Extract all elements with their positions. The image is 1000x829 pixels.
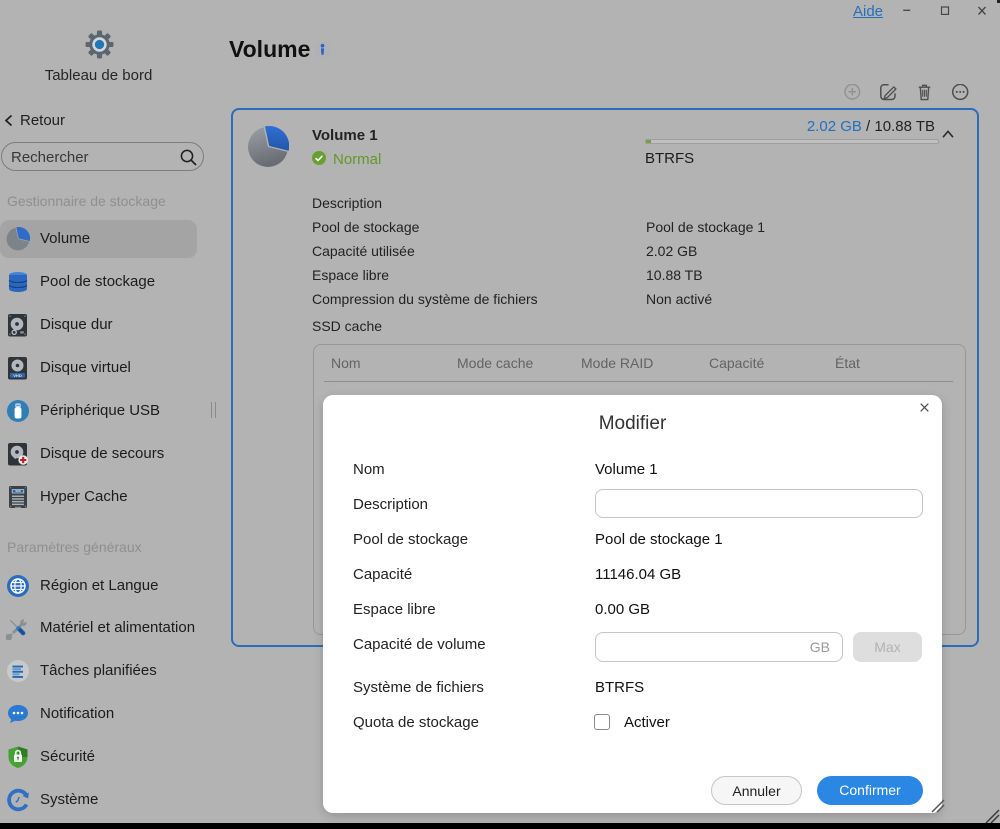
svg-text:SSD: SSD: [15, 489, 20, 493]
svg-text:VHD: VHD: [13, 373, 22, 378]
